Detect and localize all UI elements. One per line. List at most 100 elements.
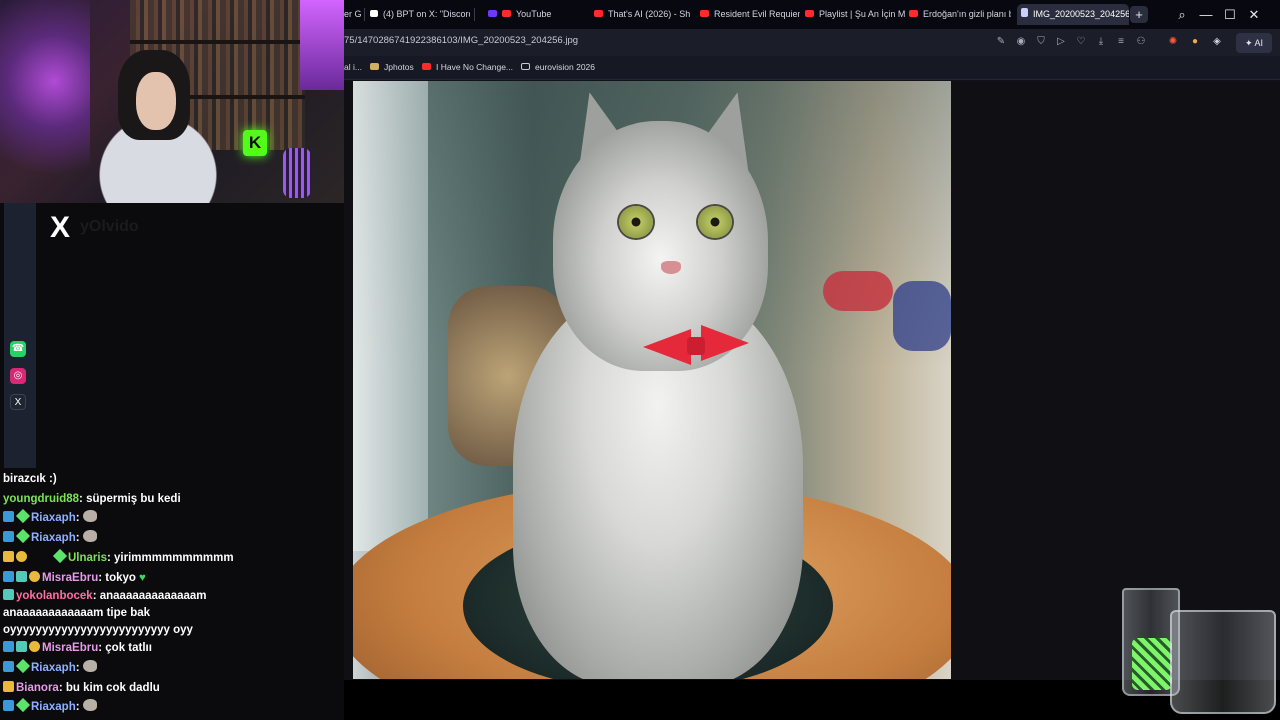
profile-icon[interactable]: ⚇ xyxy=(1134,35,1148,49)
x-icon: X xyxy=(10,394,26,410)
tab-bar: er Gi (4) BPT on X: "Discord, t YouTube … xyxy=(344,0,1280,29)
extension-icon[interactable]: ✺ xyxy=(1166,35,1180,49)
crown-badge-icon xyxy=(3,680,14,692)
chat-message: youngdruid88: süpermiş bu kedi xyxy=(3,492,181,505)
youtube-favicon-icon xyxy=(502,10,511,17)
chat-text: birazcık :) xyxy=(3,473,57,485)
level-badge-icon xyxy=(29,570,40,582)
youtube-favicon-icon xyxy=(805,10,814,17)
tab-playlist[interactable]: Playlist | Şu An İçin Mük xyxy=(801,4,905,25)
address-bar[interactable]: 75/1470286741922386103/IMG_20200523_2042… xyxy=(344,29,1280,56)
gem-badge-icon xyxy=(15,698,31,713)
download-icon[interactable]: ⤓ xyxy=(1094,35,1108,49)
folder-icon xyxy=(521,63,530,70)
search-tabs-icon[interactable]: ⌕ xyxy=(1170,4,1194,25)
bookmark-item[interactable]: al i... xyxy=(344,62,362,72)
chat-username: Bianora xyxy=(16,681,59,694)
emote-icon xyxy=(82,530,97,543)
tab-thats-ai[interactable]: That's AI (2026) - Short xyxy=(590,4,690,25)
chat-text: çok tatlıı xyxy=(105,642,152,655)
emote-icon xyxy=(82,510,97,523)
streamer-handle: yOlvido xyxy=(80,218,139,235)
prime-badge-icon xyxy=(3,660,14,672)
bow-tie xyxy=(643,329,691,365)
youtube-favicon-icon xyxy=(700,10,709,17)
cat-nose xyxy=(661,261,681,274)
close-window-button[interactable]: ✕ xyxy=(1242,4,1266,25)
bow-tie-knot xyxy=(687,337,705,355)
instagram-icon: ◎ xyxy=(10,368,26,384)
cat-eye xyxy=(698,206,732,238)
chat-message: Riaxaph: xyxy=(3,529,344,549)
chat-message: MisraEbru: tokyo ♥ xyxy=(3,569,344,589)
chat-username: yokolanbocek xyxy=(16,590,93,603)
tab-group-marker-icon xyxy=(488,10,497,17)
extension-icon[interactable]: ● xyxy=(1188,35,1202,49)
bookmark-label: I Have No Change... xyxy=(436,62,514,72)
chat-username: Riaxaph xyxy=(31,661,76,674)
tab-label: Playlist | Şu An İçin Mük xyxy=(819,9,905,19)
tab-youtube[interactable]: YouTube xyxy=(484,4,584,25)
chat-username: Riaxaph xyxy=(31,532,76,545)
shelf-board xyxy=(130,40,305,44)
bookmark-label: al i... xyxy=(344,62,362,72)
chat-text: yirimmmmmmmmmm xyxy=(114,551,234,564)
prime-badge-icon xyxy=(3,641,14,653)
bookmark-label: eurovision 2026 xyxy=(535,62,596,72)
blue-object xyxy=(893,281,951,351)
edit-icon[interactable]: ✎ xyxy=(994,35,1008,49)
emote-icon xyxy=(82,699,97,712)
pink-light xyxy=(300,0,344,90)
shield-icon[interactable]: ⛉ xyxy=(1034,35,1048,49)
gem-badge-icon xyxy=(15,529,31,544)
prime-badge-icon xyxy=(3,511,14,523)
tab-label: YouTube xyxy=(516,9,552,19)
ai-label: AI xyxy=(1254,38,1264,48)
bookmark-item[interactable]: Jphotos xyxy=(370,62,414,72)
minimize-button[interactable]: — xyxy=(1194,4,1218,25)
crown-badge-icon xyxy=(3,550,14,562)
tab-erdogan[interactable]: Erdoğan'ın gizli planı be xyxy=(905,4,1011,25)
tab-label: er Gi xyxy=(344,9,362,19)
ai-button[interactable]: ✦ AI xyxy=(1236,33,1272,53)
kick-glass-fill xyxy=(1132,638,1172,690)
chat-username: Riaxaph xyxy=(31,512,76,525)
tab-divider xyxy=(364,8,365,21)
menu-icon[interactable]: ≡ xyxy=(1114,35,1128,49)
new-tab-button[interactable]: + xyxy=(1130,6,1148,23)
tab-label: That's AI (2026) - Short xyxy=(608,9,690,19)
gift-badge-icon xyxy=(3,589,14,601)
youtube-favicon-icon xyxy=(909,10,918,17)
bookmark-folder[interactable]: eurovision 2026 xyxy=(521,62,595,72)
chat-username: Ulnaris xyxy=(68,551,107,564)
level-badge-icon xyxy=(29,641,40,653)
prime-badge-icon xyxy=(3,700,14,712)
tab-x-post[interactable]: (4) BPT on X: "Discord, t xyxy=(366,4,470,25)
bookmark-item[interactable]: I Have No Change... xyxy=(422,62,513,72)
url-text[interactable]: 75/1470286741922386103/IMG_20200523_2042… xyxy=(344,35,578,46)
tab-active-image[interactable]: IMG_20200523_204256.jpg xyxy=(1017,4,1129,25)
chat-message: birazcık :) xyxy=(3,470,344,490)
webcam-feed: K xyxy=(0,0,344,203)
bow-tie xyxy=(701,325,749,361)
camera-icon[interactable]: ◉ xyxy=(1014,35,1028,49)
chat-username: MisraEbru xyxy=(42,642,99,655)
chat-message: Riaxaph: xyxy=(3,509,344,529)
x-favicon-icon xyxy=(370,10,378,17)
chat-message: yokolanbocek: anaaaaaaaaaaaaam anaaaaaaa… xyxy=(3,589,207,637)
cube-icon[interactable]: ◈ xyxy=(1210,35,1224,49)
prime-badge-icon xyxy=(3,570,14,582)
tab-label: Resident Evil Requiem xyxy=(714,9,800,19)
whatsapp-icon: ☎ xyxy=(10,341,26,357)
chat-username: Riaxaph xyxy=(31,701,76,714)
heart-icon[interactable]: ♡ xyxy=(1074,35,1088,49)
tab-partial[interactable]: er Gi xyxy=(344,4,362,25)
chat-message: Riaxaph: xyxy=(3,658,344,679)
chat-overlay: birazcık :) youngdruid88: süpermiş bu ke… xyxy=(0,468,344,720)
red-object xyxy=(823,271,893,311)
maximize-button[interactable]: ☐ xyxy=(1218,4,1242,25)
bookmark-label: Jphotos xyxy=(384,62,414,72)
play-icon[interactable]: ▷ xyxy=(1054,35,1068,49)
social-sidebar xyxy=(4,203,36,468)
tab-resident-evil[interactable]: Resident Evil Requiem xyxy=(696,4,800,25)
